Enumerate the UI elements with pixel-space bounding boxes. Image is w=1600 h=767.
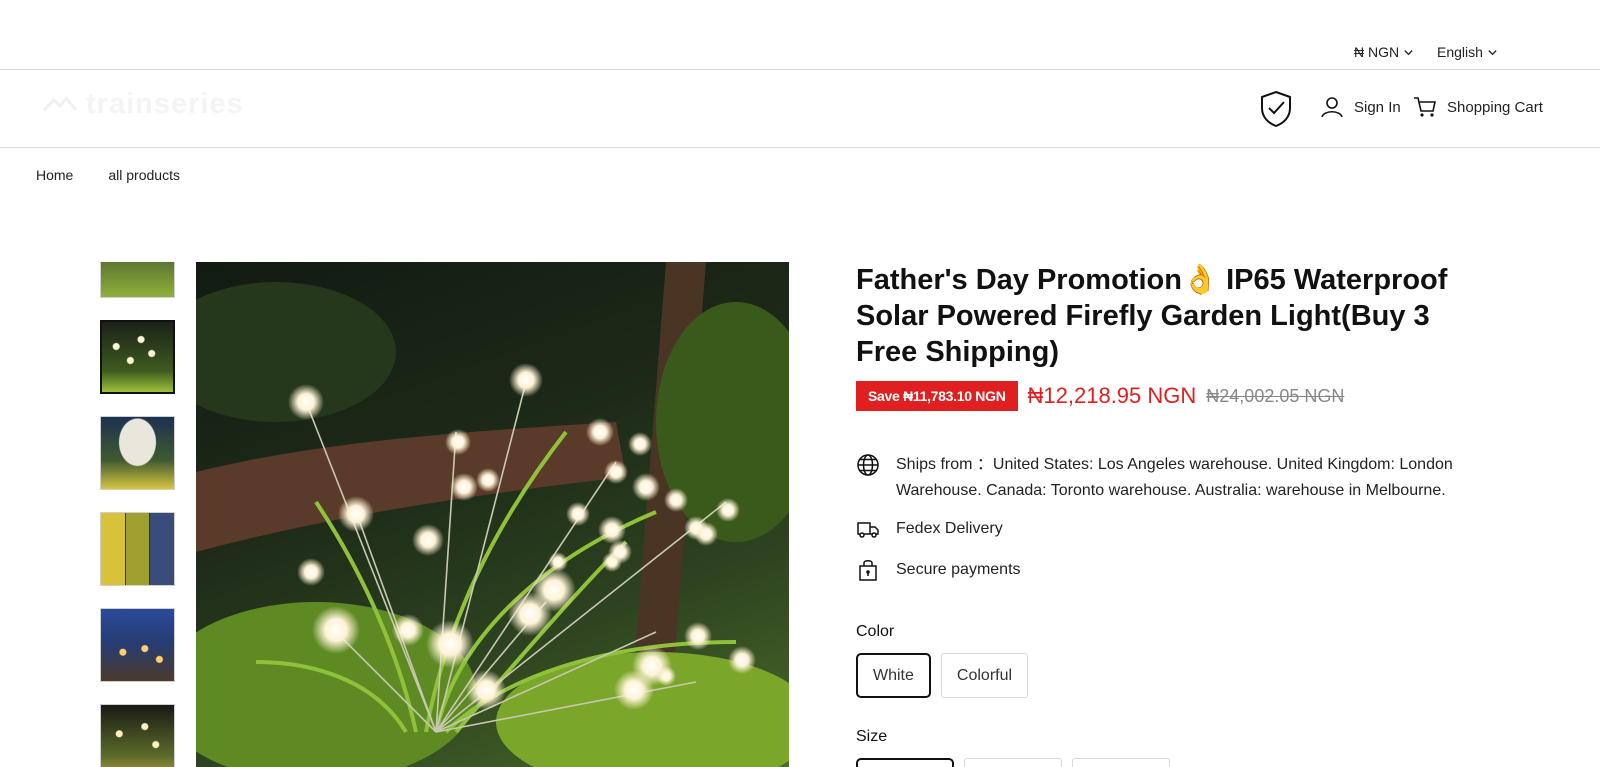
language-label: English (1437, 44, 1483, 60)
save-badge: Save ₦11,783.10 NGN (856, 381, 1018, 411)
cart-label: Shopping Cart (1447, 98, 1543, 116)
feature-ships-from: Ships from ：United States: Los Angeles w… (856, 452, 1496, 504)
cart-icon (1414, 97, 1436, 117)
shield-check-icon[interactable] (1259, 90, 1293, 128)
color-option-white[interactable]: White (856, 653, 931, 698)
color-option-label: Color (856, 623, 895, 640)
size-option[interactable] (856, 758, 954, 767)
globe-icon (857, 454, 879, 476)
lock-bag-icon (859, 560, 877, 581)
breadcrumb-home[interactable]: Home (36, 167, 73, 183)
shopping-cart-link[interactable]: Shopping Cart (1413, 95, 1543, 119)
delivery-text: Fedex Delivery (896, 520, 1003, 537)
logo-text: trainseries (86, 87, 244, 120)
firefly-lights-photo (196, 262, 789, 767)
site-header: trainseries Sign In Shopping Cart (0, 70, 1600, 148)
size-option[interactable] (964, 758, 1062, 767)
size-option-label: Size (856, 728, 888, 745)
payments-text: Secure payments (896, 561, 1021, 578)
sale-price: ₦12,218.95 NGN (1027, 383, 1197, 408)
sign-in-link[interactable]: Sign In (1320, 95, 1401, 119)
truck-icon (857, 522, 879, 538)
price-row: Save ₦11,783.10 NGN ₦12,218.95 NGN ₦24,0… (856, 380, 1496, 412)
size-option[interactable] (1072, 758, 1170, 767)
product-thumbnail[interactable] (100, 608, 175, 682)
product-title: Father's Day Promotion👌 IP65 Waterproof … (856, 264, 1448, 368)
top-utility-bar: ₦ NGN English (0, 0, 1600, 70)
chevron-down-icon (1404, 49, 1413, 55)
product-thumbnail[interactable] (100, 704, 175, 767)
logo-mark-icon (42, 95, 78, 112)
main-product-image[interactable] (196, 262, 789, 767)
logo[interactable]: trainseries (42, 88, 244, 120)
currency-selector[interactable]: ₦ NGN (1354, 44, 1414, 60)
language-selector[interactable]: English (1437, 44, 1498, 60)
user-icon (1321, 97, 1343, 118)
thumbnail-strip (100, 262, 176, 767)
product-thumbnail[interactable] (100, 416, 175, 490)
product-thumbnail-active[interactable] (100, 320, 175, 394)
breadcrumb: Home all products (36, 167, 180, 183)
product-thumbnail[interactable] (100, 262, 175, 298)
color-swatches: White Colorful (856, 653, 1496, 698)
product-thumbnail[interactable] (100, 512, 175, 586)
feature-delivery: Fedex Delivery (856, 516, 1496, 542)
sign-in-label: Sign In (1354, 98, 1401, 116)
currency-label: ₦ NGN (1354, 44, 1400, 60)
ships-from-text: Ships from ：United States: Los Angeles w… (896, 456, 1453, 499)
size-options (856, 758, 1496, 767)
product-features: Ships from ：United States: Los Angeles w… (856, 452, 1496, 583)
feature-payments: Secure payments (856, 557, 1496, 583)
color-option-colorful[interactable]: Colorful (940, 653, 1029, 698)
breadcrumb-all-products[interactable]: all products (108, 167, 180, 183)
chevron-down-icon (1488, 49, 1497, 55)
compare-at-price: ₦24,002.05 NGN (1206, 385, 1345, 406)
product-info: Father's Day Promotion👌 IP65 Waterproof … (856, 262, 1496, 767)
